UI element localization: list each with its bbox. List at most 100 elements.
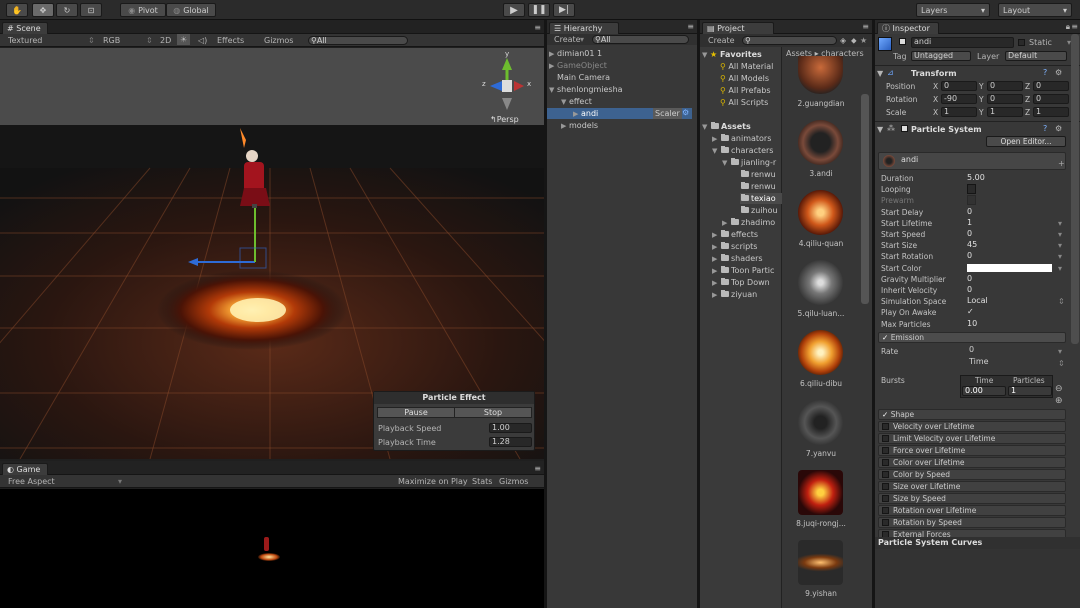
folder-item[interactable]: ▶ Top Down xyxy=(712,277,770,288)
expand-arrow-icon[interactable]: ▶ xyxy=(549,61,557,72)
asset-thumbnail-juqi-rongj[interactable] xyxy=(798,470,843,515)
prop-checkbox[interactable] xyxy=(967,184,976,195)
hierarchy-item-shenlongmiesha[interactable]: ▼ shenlongmiesha xyxy=(549,84,623,95)
layout-dropdown[interactable]: Layout ▾ xyxy=(998,3,1072,17)
prop-value[interactable]: 0 xyxy=(967,207,1063,217)
panel-menu-icon[interactable]: ≡ xyxy=(862,22,869,31)
prop-value[interactable]: 45 xyxy=(967,240,1063,250)
folder-item[interactable]: ▶ scripts xyxy=(712,241,757,252)
folder-item[interactable]: ▶ Toon Partic xyxy=(712,265,774,276)
shading-mode-dropdown[interactable]: Textured xyxy=(8,36,42,45)
folder-item-selected[interactable]: texiao xyxy=(740,193,782,204)
collapse-arrow-icon[interactable]: ▼ xyxy=(722,158,730,169)
module-checkbox[interactable] xyxy=(882,435,889,442)
module-checkbox[interactable] xyxy=(882,507,889,514)
hierarchy-item-main-camera[interactable]: Main Camera xyxy=(557,72,610,83)
module-force-over-lifetime[interactable]: Force over Lifetime xyxy=(878,445,1066,456)
position-y-input[interactable]: 0 xyxy=(987,81,1023,91)
module-rotation-by-speed[interactable]: Rotation by Speed xyxy=(878,517,1066,528)
tab-project[interactable]: ▤ Project xyxy=(702,22,774,34)
dropdown-arrow-icon[interactable]: ▾ xyxy=(1058,219,1062,228)
folder-item[interactable]: ▼ characters xyxy=(712,145,773,156)
tab-inspector[interactable]: ⓘ Inspector xyxy=(877,22,939,34)
static-toggle[interactable]: Static xyxy=(1018,38,1052,47)
collapse-arrow-icon[interactable]: ▼ xyxy=(702,122,710,133)
folder-item[interactable]: renwu xyxy=(740,169,776,180)
playback-time-input[interactable]: 1.28 xyxy=(489,437,532,447)
module-checkbox[interactable] xyxy=(882,483,889,490)
expand-arrow-icon[interactable]: ▶ xyxy=(712,290,720,301)
layer-dropdown[interactable]: Default xyxy=(1005,51,1067,61)
persp-label[interactable]: ↰Persp xyxy=(490,115,519,124)
module-checkbox[interactable] xyxy=(882,447,889,454)
prop-value[interactable]: 0 xyxy=(967,274,1063,284)
rotate-tool-button[interactable]: ↻ xyxy=(56,3,78,17)
hierarchy-item-gameobject[interactable]: ▶ GameObject xyxy=(549,60,607,71)
stats-toggle[interactable]: Stats xyxy=(472,477,492,486)
prop-value[interactable]: 0 xyxy=(967,229,1063,239)
curves-editor[interactable] xyxy=(875,549,1080,608)
folder-item[interactable]: ▼ jianling-r xyxy=(722,157,776,168)
render-mode-dropdown[interactable]: RGB xyxy=(103,36,120,45)
burst-time-input[interactable]: 0.00 xyxy=(962,386,1006,396)
maximize-on-play-toggle[interactable]: Maximize on Play xyxy=(398,477,468,486)
playback-speed-input[interactable]: 1.00 xyxy=(489,423,532,433)
hand-tool-button[interactable]: ✋ xyxy=(6,3,28,17)
global-toggle[interactable]: ◍ Global xyxy=(166,3,216,17)
module-checkbox[interactable] xyxy=(882,495,889,502)
prop-value[interactable]: 10 xyxy=(967,319,1063,329)
expand-arrow-icon[interactable]: ▶ xyxy=(712,278,720,289)
module-size-by-speed[interactable]: Size by Speed xyxy=(878,493,1066,504)
hierarchy-item-models[interactable]: ▶ models xyxy=(561,120,598,131)
favorite-item[interactable]: ⚲ All Models xyxy=(720,73,769,84)
prop-checkbox[interactable] xyxy=(967,195,976,206)
collapse-arrow-icon[interactable]: ▼ xyxy=(561,97,569,108)
module-color-over-lifetime[interactable]: Color over Lifetime xyxy=(878,457,1066,468)
rotation-y-input[interactable]: 0 xyxy=(987,94,1023,104)
folder-item[interactable]: renwu xyxy=(740,181,776,192)
tab-hierarchy[interactable]: ☰ Hierarchy xyxy=(549,22,619,34)
help-icon[interactable]: ? xyxy=(1043,124,1047,133)
pause-button[interactable]: ❚❚ xyxy=(528,3,550,17)
module-checkbox[interactable] xyxy=(882,471,889,478)
lock-icon[interactable]: 🔒︎ xyxy=(1066,22,1070,32)
favorite-item[interactable]: ⚲ All Scripts xyxy=(720,97,768,108)
expand-arrow-icon[interactable]: ▶ xyxy=(712,254,720,265)
stop-effect-button[interactable]: Stop xyxy=(454,407,532,418)
pivot-toggle[interactable]: ◉ Pivot xyxy=(120,3,166,17)
scale-y-input[interactable]: 1 xyxy=(987,107,1023,117)
folder-item[interactable]: ▶ animators xyxy=(712,133,771,144)
dropdown-arrow-icon[interactable]: ▾ xyxy=(1058,241,1062,250)
remove-burst-icon[interactable]: ⊖ xyxy=(1055,384,1063,394)
prop-value[interactable]: 0 xyxy=(967,285,1063,295)
panel-menu-icon[interactable]: ≡ xyxy=(534,464,541,473)
start-color-swatch[interactable] xyxy=(967,263,1052,272)
prop-value[interactable]: 1 xyxy=(967,218,1063,228)
module-color-by-speed[interactable]: Color by Speed xyxy=(878,469,1066,480)
asset-thumbnail-qiliu-dibu[interactable] xyxy=(798,330,843,375)
position-z-input[interactable]: 0 xyxy=(1033,81,1069,91)
help-icon[interactable]: ? xyxy=(1043,68,1047,77)
rate-input[interactable]: 0 xyxy=(967,346,1063,356)
rotation-x-input[interactable]: -90 xyxy=(941,94,977,104)
tag-dropdown[interactable]: Untagged xyxy=(911,51,971,61)
module-shape[interactable]: ✓ Shape xyxy=(878,409,1066,420)
lighting-toggle[interactable]: ☀ xyxy=(177,34,191,45)
favorites-header[interactable]: ▼ ★ Favorites xyxy=(702,49,762,60)
asset-thumbnail-yishan[interactable] xyxy=(798,540,843,585)
module-velocity-over-lifetime[interactable]: Velocity over Lifetime xyxy=(878,421,1066,432)
dropdown-arrow-icon[interactable]: ▾ xyxy=(1058,264,1062,273)
folder-item[interactable]: ▶ effects xyxy=(712,229,758,240)
filter-label-icon[interactable]: ⬥ xyxy=(851,36,857,46)
prop-value[interactable]: 0 xyxy=(967,251,1063,261)
open-editor-button[interactable]: Open Editor... xyxy=(986,136,1066,147)
module-checkbox[interactable] xyxy=(882,423,889,430)
panel-menu-icon[interactable]: ≡ xyxy=(1071,22,1078,31)
folder-item[interactable]: ▶ ziyuan xyxy=(712,289,757,300)
scale-x-input[interactable]: 1 xyxy=(941,107,977,117)
dropdown-arrow-icon[interactable]: ▾ xyxy=(1058,230,1062,239)
asset-thumbnail-yanvu[interactable] xyxy=(798,400,843,445)
favorite-star-icon[interactable]: ★ xyxy=(860,36,867,45)
collapse-arrow-icon[interactable]: ▼ xyxy=(712,146,720,157)
gear-icon[interactable]: ⚙ xyxy=(1055,124,1062,133)
